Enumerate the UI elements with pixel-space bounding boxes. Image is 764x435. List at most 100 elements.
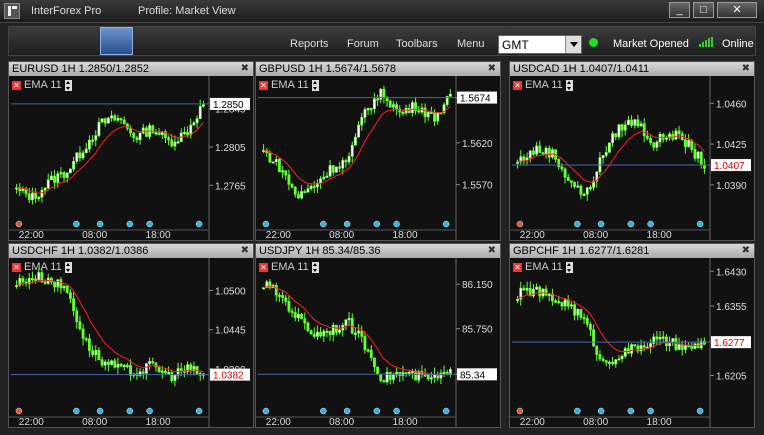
close-panel-icon[interactable]: ✖ [241, 62, 249, 76]
app-logo-icon [4, 3, 20, 19]
chart-header[interactable]: USDJPY 1H 85.34/85.36 ✖ [256, 244, 500, 258]
event-marker-icon [320, 407, 327, 415]
chart-panel-gbpusd[interactable]: GBPUSD 1H 1.5674/1.5678✖ ✕EMA 11 1.56741… [255, 61, 501, 241]
menu-reports[interactable]: Reports [290, 38, 329, 50]
event-marker-icon [574, 220, 581, 228]
candle-body [576, 309, 580, 316]
candlestick-chart[interactable]: 1.28451.28051.276522:00 08:00 18:001.2850 [9, 76, 253, 240]
title-bar[interactable]: InterForex Pro Profile: Market View _ □ … [0, 0, 764, 23]
candle-body [649, 138, 652, 143]
candle-body [281, 295, 284, 298]
candle-body [138, 132, 142, 141]
candle-body [570, 180, 573, 183]
candle-body [88, 139, 91, 150]
candle-body [116, 118, 120, 121]
chart-panel-gbpchf[interactable]: GBPCHF 1H 1.6277/1.6281 ✖ ✕ EMA 11 1.6430 1… [509, 243, 755, 428]
candle-body [611, 133, 614, 144]
y-tick-label: 1.6355 [716, 302, 747, 313]
candle-body [601, 358, 605, 361]
chart-panel-usdjpy[interactable]: USDJPY 1H 85.34/85.36 ✖ ✕ EMA 11 86.150 85.… [255, 243, 501, 428]
candle-body [369, 349, 373, 359]
chart-header[interactable]: EURUSD 1H 1.2850/1.2852 ✖ [9, 62, 253, 76]
candle-body [129, 127, 132, 134]
candle-body [614, 133, 618, 138]
candlestick-chart[interactable]: 1.64301.63551.62771.620522:0008:0018:001… [510, 258, 754, 427]
candle-body [148, 361, 151, 364]
candle-body [627, 119, 630, 126]
candle-body [94, 135, 98, 141]
candle-body [141, 371, 145, 374]
candle-body [126, 364, 129, 368]
candlestick-chart[interactable]: 86.15085.75085.34022:0008:0018:0085.34 [256, 258, 500, 427]
menu-forum[interactable]: Forum [347, 38, 379, 50]
x-tick-label: 08:00 [82, 230, 107, 240]
candle-body [379, 373, 383, 381]
event-marker-icon [696, 407, 704, 415]
candle-body [132, 132, 136, 139]
candlestick-chart[interactable]: 1.05001.04451.039022:0008:0018:001.0382 [9, 258, 253, 427]
candle-body [179, 368, 183, 372]
maximize-button[interactable]: □ [693, 2, 714, 18]
candle-body [347, 318, 351, 321]
candle-body [360, 330, 364, 337]
minimize-button[interactable]: _ [669, 2, 690, 18]
menu-menu[interactable]: Menu [457, 38, 485, 50]
candlestick-chart[interactable]: 1.0460 1.0425 1.0390 22:00 08:00 18:00 1.0407 [510, 76, 754, 240]
candle-body [84, 338, 88, 341]
candle-body [37, 272, 41, 281]
chart-panel-usdchf[interactable]: USDCHF 1H 1.0382/1.0386 ✖ ✕ EMA 11 1.0500 1… [8, 243, 254, 428]
candle-body [297, 314, 300, 318]
candle-body [157, 366, 161, 373]
chart-panel-eurusd[interactable]: EURUSD 1H 1.2850/1.2852 ✖ ✕ EMA 11 1.2845 1… [8, 61, 254, 241]
candle-body [195, 118, 199, 124]
y-tick-label: 1.6205 [716, 372, 747, 383]
timezone-value: GMT [502, 38, 529, 52]
close-panel-icon[interactable]: ✖ [241, 244, 249, 258]
chart-header[interactable]: USDCAD 1H 1.0407/1.0411 ✖ [510, 62, 754, 76]
candle-body [532, 288, 535, 297]
candlestick-chart[interactable]: 1.56741.56201.557022:0008:0018:001.5674 [256, 76, 500, 240]
candle-body [699, 151, 703, 166]
event-marker-icon [516, 407, 524, 415]
chart-panel-usdcad[interactable]: USDCAD 1H 1.0407/1.0411 ✖ ✕ EMA 11 1.0460 1… [509, 61, 755, 241]
candle-body [31, 277, 34, 281]
candle-body [544, 288, 548, 296]
candle-body [690, 345, 694, 349]
close-panel-icon[interactable]: ✖ [742, 244, 750, 258]
candle-body [401, 111, 405, 115]
candle-body [655, 336, 659, 340]
x-tick-label: 22:00 [266, 230, 291, 240]
candle-body [646, 135, 649, 139]
candle-body [56, 173, 60, 183]
candle-body [34, 278, 37, 281]
candle-body [167, 137, 170, 141]
close-button[interactable]: ✕ [717, 2, 757, 18]
candle-body [620, 124, 624, 131]
candle-body [366, 349, 370, 352]
close-panel-icon[interactable]: ✖ [488, 244, 496, 258]
candle-body [658, 337, 662, 340]
candle-body [369, 108, 373, 111]
x-tick-label: 08:00 [329, 230, 354, 240]
menu-toolbars[interactable]: Toolbars [396, 38, 438, 50]
candle-body [395, 104, 398, 110]
candle-body [312, 185, 316, 188]
candle-body [53, 281, 56, 288]
candle-body [392, 374, 395, 380]
last-price-label: 1.0407 [714, 161, 745, 172]
candle-body [331, 165, 335, 173]
workspace-tab[interactable] [100, 27, 133, 55]
chart-title: EURUSD 1H 1.2850/1.2852 [12, 63, 149, 75]
event-marker-icon [442, 220, 450, 228]
event-marker-icon [393, 407, 400, 415]
candle-body [693, 343, 697, 349]
chevron-down-icon[interactable] [565, 36, 581, 53]
candle-body [680, 344, 684, 350]
chart-header[interactable]: USDCHF 1H 1.0382/1.0386 ✖ [9, 244, 253, 258]
candle-body [303, 191, 307, 194]
close-panel-icon[interactable]: ✖ [742, 62, 750, 76]
chart-header[interactable]: GBPUSD 1H 1.5674/1.5678 ✖ [256, 62, 500, 76]
chart-header[interactable]: GBPCHF 1H 1.6277/1.6281 ✖ [510, 244, 754, 258]
close-panel-icon[interactable]: ✖ [488, 62, 496, 76]
timezone-select[interactable]: GMT [498, 35, 582, 54]
